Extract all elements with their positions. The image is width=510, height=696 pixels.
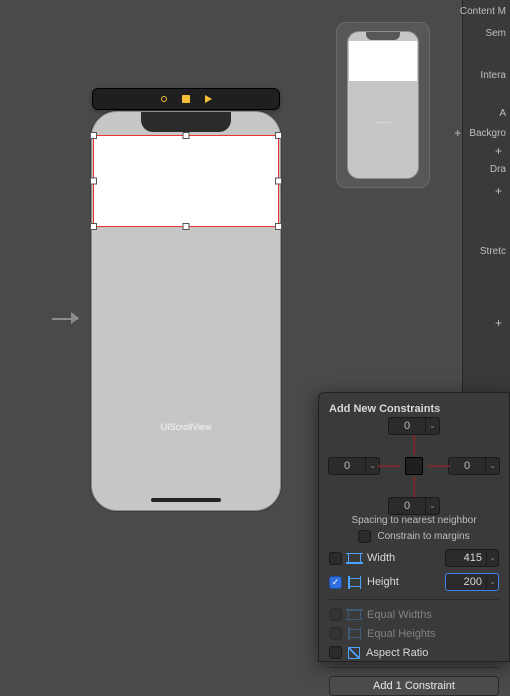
- equal-heights-label: Equal Heights: [367, 628, 436, 640]
- spacing-bottom-field[interactable]: 0⌄: [388, 497, 440, 515]
- inspector-panel: Content M Sem Intera A +Backgro + Dra + …: [462, 0, 510, 392]
- popover-title: Add New Constraints: [329, 403, 499, 415]
- chevron-down-icon[interactable]: ⌄: [486, 574, 498, 590]
- inspector-interaction-label: Intera: [480, 70, 506, 81]
- seg-embed-icon[interactable]: [179, 92, 193, 106]
- height-checkbox[interactable]: ✓: [329, 576, 342, 589]
- inspector-stretching-label: Stretc: [480, 246, 506, 257]
- inspector-semantic-label: Sem: [485, 28, 506, 39]
- segmented-control[interactable]: [92, 88, 280, 110]
- strut-left[interactable]: [378, 465, 400, 467]
- height-icon: [348, 578, 361, 587]
- spacing-top-field[interactable]: 0⌄: [388, 417, 440, 435]
- scrollview-label: UIScrollView: [92, 422, 280, 432]
- home-indicator: [151, 498, 221, 502]
- chevron-down-icon[interactable]: ⌄: [486, 550, 498, 566]
- width-field[interactable]: 415⌄: [445, 549, 499, 567]
- resize-handle-tl[interactable]: [90, 132, 97, 139]
- constraints-popover: Add New Constraints 0⌄ 0⌄ 0⌄ 0⌄ Spacing …: [318, 392, 510, 662]
- inspector-background-label: Backgro: [469, 128, 506, 139]
- equal-heights-checkbox: [329, 627, 342, 640]
- inspector-alpha-label: A: [499, 108, 506, 119]
- add-constraint-button[interactable]: Add 1 Constraint: [329, 676, 499, 696]
- strut-bottom[interactable]: [413, 477, 415, 497]
- resize-handle-rc[interactable]: [275, 178, 282, 185]
- spacing-grid: 0⌄ 0⌄ 0⌄ 0⌄: [334, 423, 494, 509]
- segue-arrow-icon: [42, 312, 78, 326]
- minimap-device: ———: [347, 31, 419, 179]
- plus-icon[interactable]: +: [495, 316, 502, 330]
- resize-handle-bl[interactable]: [90, 223, 97, 230]
- chevron-down-icon[interactable]: ⌄: [425, 418, 439, 434]
- chevron-down-icon[interactable]: ⌄: [425, 498, 439, 514]
- equal-widths-label: Equal Widths: [367, 609, 432, 621]
- minimap-label: ———: [348, 120, 418, 126]
- aspect-ratio-checkbox[interactable]: [329, 646, 342, 659]
- height-label: Height: [367, 576, 399, 588]
- resize-handle-bc[interactable]: [183, 223, 190, 230]
- spacing-right-field[interactable]: 0⌄: [448, 457, 500, 475]
- notch: [141, 112, 231, 132]
- width-checkbox[interactable]: [329, 552, 342, 565]
- equal-widths-checkbox: [329, 608, 342, 621]
- constrain-margins-label: Constrain to margins: [377, 531, 469, 542]
- strut-top[interactable]: [413, 435, 415, 455]
- equal-widths-icon: [348, 609, 361, 620]
- aspect-ratio-icon: [348, 647, 360, 659]
- height-field[interactable]: 200⌄: [445, 573, 499, 591]
- spacing-left-field[interactable]: 0⌄: [328, 457, 380, 475]
- canvas[interactable]: UIScrollView ——— Content M Sem Intera A …: [0, 0, 510, 662]
- chevron-down-icon[interactable]: ⌄: [485, 458, 499, 474]
- inspector-content-mode-label: Content M: [460, 6, 506, 17]
- equal-heights-icon: [348, 629, 361, 638]
- spacing-label: Spacing to nearest neighbor: [329, 515, 499, 526]
- chevron-down-icon[interactable]: ⌄: [365, 458, 379, 474]
- resize-handle-tr[interactable]: [275, 132, 282, 139]
- width-icon: [348, 553, 361, 564]
- inspector-drawing-label: Dra: [490, 164, 506, 175]
- resize-handle-br[interactable]: [275, 223, 282, 230]
- constrain-margins-checkbox[interactable]: [358, 530, 371, 543]
- seg-outline-icon[interactable]: [157, 92, 171, 106]
- plus-icon[interactable]: +: [454, 126, 461, 140]
- plus-icon[interactable]: +: [495, 184, 502, 198]
- width-label: Width: [367, 552, 395, 564]
- resize-handle-lc[interactable]: [90, 178, 97, 185]
- seg-play-icon[interactable]: [201, 92, 215, 106]
- strut-right[interactable]: [428, 465, 450, 467]
- selected-view[interactable]: [93, 135, 279, 227]
- aspect-ratio-label: Aspect Ratio: [366, 647, 428, 659]
- plus-icon[interactable]: +: [495, 144, 502, 158]
- minimap[interactable]: ———: [336, 22, 430, 188]
- resize-handle-tc[interactable]: [183, 132, 190, 139]
- spacing-center-icon: [405, 457, 423, 475]
